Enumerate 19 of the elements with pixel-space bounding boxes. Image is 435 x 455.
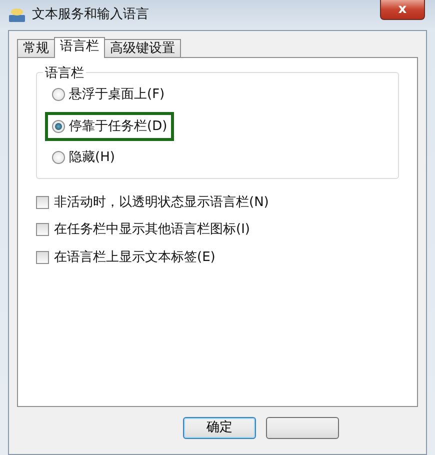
checkbox[interactable] [36,223,49,236]
radio-button[interactable] [52,151,65,164]
radio-label[interactable]: 停靠于任务栏(D) [69,116,168,136]
tab[interactable]: 常规 [17,39,55,57]
checkbox-label[interactable]: 在任务栏中显示其他语言栏图标(I) [54,220,250,240]
checkbox[interactable] [36,196,49,209]
ok-button[interactable]: 确定 [183,417,256,439]
dialog-button[interactable] [266,417,339,439]
window-title: 文本服务和输入语言 [32,6,149,24]
radio-label[interactable]: 隐藏(H) [69,148,115,168]
tab[interactable]: 高级键设置 [104,39,181,57]
checkbox-label[interactable]: 在语言栏上显示文本标签(E) [54,248,216,267]
checkbox[interactable] [36,250,49,264]
radio-button[interactable] [52,120,65,133]
tab[interactable]: 语言栏 [54,37,105,58]
radio-label[interactable]: 悬浮于桌面上(F) [69,85,165,104]
close-button[interactable]: x [380,0,425,20]
checkbox-label[interactable]: 非活动时，以透明状态显示语言栏(N) [54,192,269,212]
radio-button[interactable] [52,88,65,102]
